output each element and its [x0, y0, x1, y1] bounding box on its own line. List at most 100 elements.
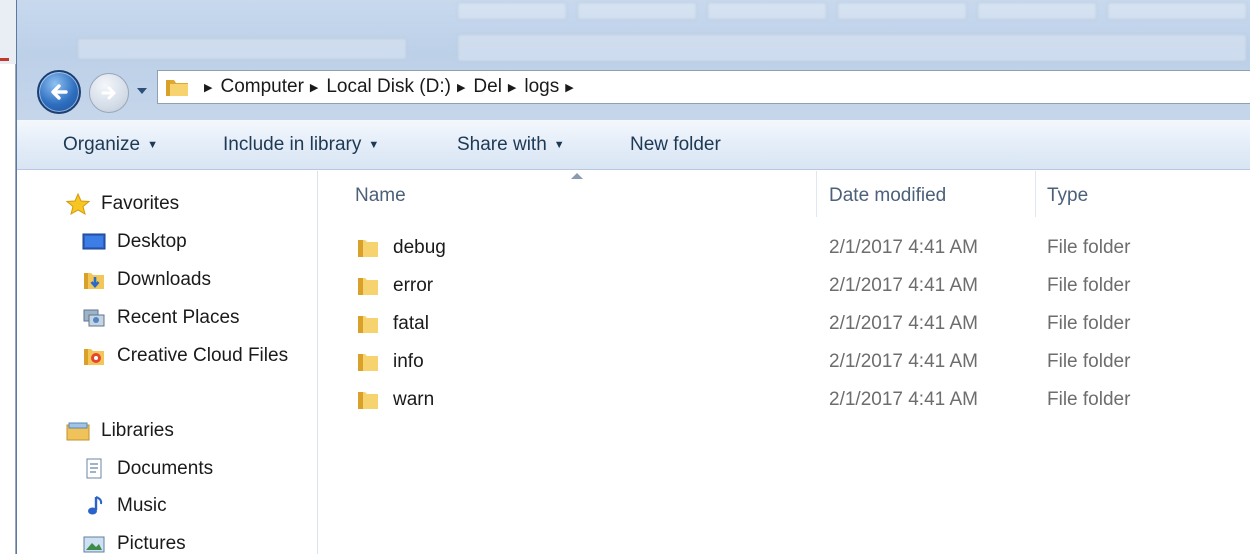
breadcrumb-computer[interactable]: Computer [220, 76, 303, 98]
forward-arrow-icon [101, 86, 116, 100]
file-name-text: info [393, 351, 424, 372]
column-header-type-label: Type [1047, 185, 1089, 206]
file-name-text: fatal [393, 313, 429, 334]
nav-libraries-label: Libraries [101, 420, 174, 441]
libraries-icon [65, 420, 91, 442]
file-row-fatal[interactable]: fatal 2/1/2017 4:41 AM File folder [319, 306, 1250, 342]
file-type: File folder [1047, 275, 1131, 296]
file-name: info [355, 344, 424, 380]
column-header-date-modified[interactable]: Date modified [819, 171, 1035, 221]
address-bar[interactable]: ▶ Computer ▶ Local Disk (D:) ▶ Del ▶ log… [157, 70, 1250, 104]
nav-item-music[interactable]: Music [81, 491, 167, 521]
nav-item-label: Desktop [117, 231, 187, 252]
chevron-down-icon: ▼ [368, 139, 380, 151]
nav-item-label: Downloads [117, 269, 211, 290]
back-button[interactable] [37, 70, 81, 114]
share-with-button[interactable]: Share with ▼ [457, 134, 565, 156]
file-name-text: error [393, 275, 434, 296]
documents-icon [81, 458, 107, 480]
file-type: File folder [1047, 313, 1131, 334]
ghost-shape [457, 2, 567, 20]
breadcrumb-separator[interactable]: ▶ [565, 81, 573, 94]
file-type: File folder [1047, 389, 1131, 410]
organize-button[interactable]: Organize ▼ [63, 134, 158, 156]
ghost-shape [977, 2, 1097, 20]
breadcrumb-separator[interactable]: ▶ [204, 81, 212, 94]
nav-item-downloads[interactable]: Downloads [81, 265, 211, 295]
file-row-error[interactable]: error 2/1/2017 4:41 AM File folder [319, 268, 1250, 304]
breadcrumb-separator[interactable]: ▶ [457, 81, 465, 94]
breadcrumb-del[interactable]: Del [473, 76, 502, 98]
command-bar: Organize ▼ Include in library ▼ Share with… [17, 120, 1250, 170]
downloads-icon [81, 269, 107, 291]
file-name-text: warn [393, 389, 435, 410]
star-icon [65, 193, 91, 215]
file-row-debug[interactable]: debug 2/1/2017 4:41 AM File folder [319, 230, 1250, 266]
file-row-warn[interactable]: warn 2/1/2017 4:41 AM File folder [319, 382, 1250, 418]
nav-item-label: Recent Places [117, 307, 240, 328]
column-header-date-label: Date modified [829, 185, 947, 206]
back-arrow-icon [51, 84, 68, 100]
ghost-shape [707, 2, 827, 20]
breadcrumb-local-disk[interactable]: Local Disk (D:) [326, 76, 451, 98]
recent-pages-dropdown[interactable] [135, 84, 149, 98]
include-in-library-label: Include in library [223, 134, 362, 155]
ghost-shape [77, 38, 407, 60]
navigation-pane: Favorites Desktop Downloads Recent Place… [17, 171, 318, 554]
ghost-shape [457, 34, 1247, 62]
file-name: warn [355, 382, 434, 418]
nav-favorites[interactable]: Favorites [65, 189, 179, 219]
desktop-icon [81, 231, 107, 253]
nav-item-desktop[interactable]: Desktop [81, 227, 187, 257]
column-divider[interactable] [816, 171, 817, 217]
ghost-shape [1107, 2, 1247, 20]
nav-item-creative-cloud-files[interactable]: Creative Cloud Files [81, 341, 288, 371]
column-divider[interactable] [1035, 171, 1036, 217]
explorer-window: ▶ Computer ▶ Local Disk (D:) ▶ Del ▶ log… [16, 0, 1250, 554]
breadcrumb-separator[interactable]: ▶ [310, 81, 318, 94]
file-type: File folder [1047, 237, 1131, 258]
column-header-type[interactable]: Type [1037, 171, 1247, 221]
content-area: Favorites Desktop Downloads Recent Place… [17, 171, 1250, 554]
breadcrumb-logs[interactable]: logs [524, 76, 559, 98]
chevron-down-icon: ▼ [147, 139, 158, 151]
column-header-name-label: Name [355, 185, 406, 206]
file-type: File folder [1047, 351, 1131, 372]
nav-item-documents[interactable]: Documents [81, 454, 213, 484]
new-folder-button[interactable]: New folder [630, 134, 721, 156]
breadcrumb-separator[interactable]: ▶ [508, 81, 516, 94]
file-date: 2/1/2017 4:41 AM [829, 313, 978, 334]
background-window-toolbar [0, 0, 16, 64]
screen: ▶ Computer ▶ Local Disk (D:) ▶ Del ▶ log… [0, 0, 1250, 554]
pictures-icon [81, 533, 107, 554]
file-name-text: debug [393, 237, 446, 258]
file-row-info[interactable]: info 2/1/2017 4:41 AM File folder [319, 344, 1250, 380]
file-date: 2/1/2017 4:41 AM [829, 389, 978, 410]
nav-libraries[interactable]: Libraries [65, 416, 174, 446]
new-folder-label: New folder [630, 134, 721, 155]
column-header-name[interactable]: Name [345, 171, 815, 221]
background-window-mark [0, 58, 9, 61]
file-name: error [355, 268, 433, 304]
creative-cloud-icon [81, 345, 107, 367]
file-date: 2/1/2017 4:41 AM [829, 351, 978, 372]
chevron-down-icon [137, 88, 147, 94]
file-name: fatal [355, 306, 429, 342]
nav-favorites-label: Favorites [101, 193, 180, 214]
column-headers: Name Date modified Type [319, 171, 1250, 221]
include-in-library-button[interactable]: Include in library ▼ [223, 134, 379, 156]
recent-places-icon [81, 307, 107, 329]
nav-item-recent-places[interactable]: Recent Places [81, 303, 240, 333]
nav-item-pictures[interactable]: Pictures [81, 529, 186, 554]
nav-item-label: Music [117, 495, 167, 516]
nav-item-label: Creative Cloud Files [117, 345, 289, 366]
chevron-down-icon: ▼ [553, 139, 565, 151]
organize-label: Organize [63, 134, 141, 155]
music-icon [81, 495, 107, 517]
forward-button[interactable] [89, 73, 129, 113]
folder-icon [166, 80, 188, 96]
ghost-shape [577, 2, 697, 20]
background-window-edge [0, 0, 16, 554]
ghost-shape [837, 2, 967, 20]
share-with-label: Share with [457, 134, 547, 155]
